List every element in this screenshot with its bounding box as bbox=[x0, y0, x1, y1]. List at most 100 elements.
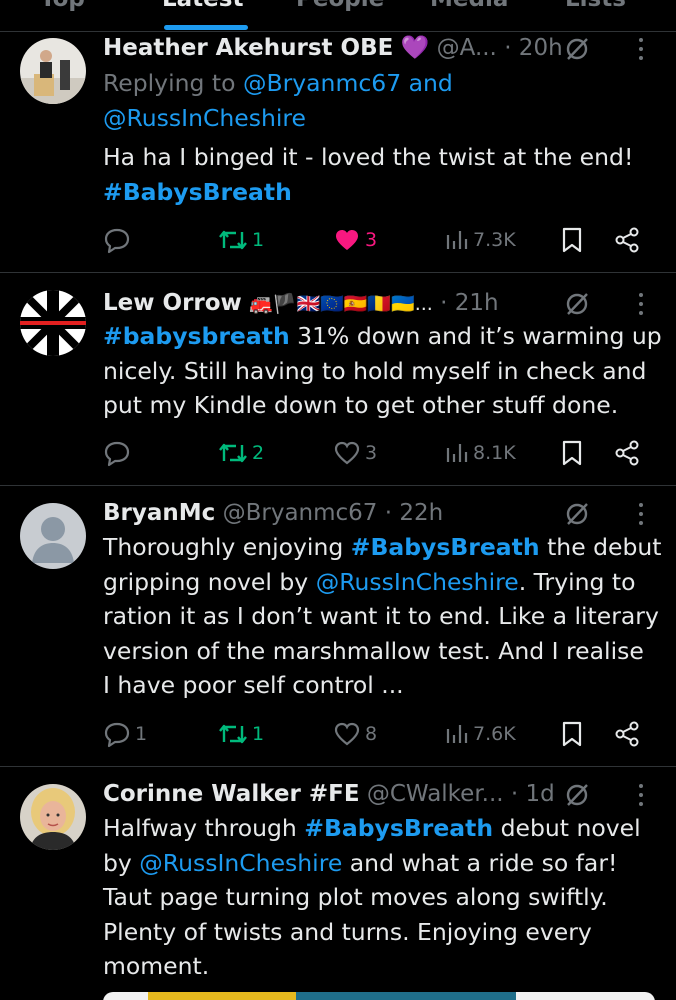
bookmark-icon bbox=[560, 720, 584, 748]
reply-icon bbox=[103, 439, 131, 467]
tweet[interactable]: BryanMc @Bryanmc67 · 22h Thoroughly enjo… bbox=[0, 486, 676, 767]
like-count: 3 bbox=[365, 229, 378, 251]
share-button[interactable] bbox=[613, 223, 641, 257]
tweet-text: by bbox=[103, 848, 140, 877]
tweet-actions: 1 3 7.3K bbox=[103, 223, 648, 257]
reply-prefix: Replying to bbox=[103, 69, 243, 97]
mention[interactable]: @Bryanmc67 bbox=[243, 69, 401, 97]
like-button[interactable]: 3 bbox=[333, 223, 377, 257]
handle[interactable]: @Bryanmc67 bbox=[223, 500, 378, 526]
tab-media[interactable]: Media bbox=[430, 0, 508, 12]
display-name[interactable]: Corinne Walker #FE bbox=[103, 781, 360, 807]
reply-button[interactable] bbox=[103, 436, 135, 470]
display-name[interactable]: Heather Akehurst OBE bbox=[103, 35, 393, 61]
views-icon bbox=[445, 227, 469, 253]
retweet-button[interactable]: 1 bbox=[218, 717, 264, 751]
more-icon[interactable] bbox=[636, 286, 646, 320]
tweet-text: put my Kindle down to get other stuff do… bbox=[103, 391, 619, 419]
views-count: 7.3K bbox=[473, 229, 516, 251]
tweet-text: version of the marshmallow test. And I r… bbox=[103, 636, 644, 665]
tab-latest[interactable]: Latest bbox=[162, 0, 243, 12]
timestamp[interactable]: · 21h bbox=[440, 290, 498, 316]
like-count: 8 bbox=[365, 723, 378, 745]
heart-icon bbox=[333, 439, 361, 467]
mention[interactable]: @RussInCheshire bbox=[316, 568, 519, 596]
mention[interactable]: @RussInCheshire bbox=[103, 104, 306, 132]
tweet-header: Lew Orrow 🚒🏴🇬🇧🇪🇺🇪🇸🇷🇴🇺🇦... · 21h bbox=[103, 286, 646, 320]
retweet-button[interactable]: 1 bbox=[218, 223, 264, 257]
retweet-icon bbox=[218, 226, 248, 254]
tweet[interactable]: Heather Akehurst OBE 💜 @A... · 20h Reply… bbox=[0, 33, 676, 273]
hashtag[interactable]: #BabysBreath bbox=[103, 178, 292, 206]
tweet[interactable]: Lew Orrow 🚒🏴🇬🇧🇪🇺🇪🇸🇷🇴🇺🇦... · 21h #babysbr… bbox=[0, 273, 676, 486]
bookmark-icon bbox=[560, 439, 584, 467]
bookmark-button[interactable] bbox=[560, 436, 584, 470]
display-name[interactable]: Lew Orrow bbox=[103, 290, 242, 316]
tweet-text: . Trying to bbox=[518, 567, 636, 596]
tweet-text: Taut page turning plot moves along swift… bbox=[103, 883, 608, 911]
reply-and: and bbox=[401, 69, 453, 97]
hashtag[interactable]: #BabysBreath bbox=[304, 814, 493, 842]
tweet-header: Corinne Walker #FE @CWalker... · 1d bbox=[103, 777, 646, 811]
grok-icon[interactable] bbox=[564, 777, 590, 811]
tweet[interactable]: Corinne Walker #FE @CWalker... · 1d Half… bbox=[0, 767, 676, 1000]
badge: 💜 bbox=[400, 35, 430, 61]
bookmark-button[interactable] bbox=[560, 717, 584, 751]
views-icon bbox=[445, 440, 469, 466]
retweet-count: 1 bbox=[252, 723, 265, 745]
views-icon bbox=[445, 721, 469, 747]
tweet-text: Thoroughly enjoying bbox=[103, 533, 351, 561]
views-button[interactable]: 8.1K bbox=[445, 436, 516, 470]
share-button[interactable] bbox=[613, 717, 641, 751]
avatar[interactable] bbox=[20, 503, 86, 569]
reply-button[interactable]: 1 bbox=[103, 717, 147, 751]
bookmark-button[interactable] bbox=[560, 223, 584, 257]
views-button[interactable]: 7.3K bbox=[445, 223, 516, 257]
media-preview[interactable] bbox=[103, 992, 655, 1000]
share-icon bbox=[613, 720, 641, 748]
tab-people[interactable]: People bbox=[296, 0, 384, 12]
grok-icon[interactable] bbox=[564, 496, 590, 530]
retweet-count: 2 bbox=[252, 442, 265, 464]
more-icon[interactable] bbox=[636, 777, 646, 811]
tweet-header: Heather Akehurst OBE 💜 @A... · 20h bbox=[103, 31, 646, 65]
grok-icon[interactable] bbox=[564, 31, 590, 65]
hashtag[interactable]: #BabysBreath bbox=[351, 533, 540, 561]
like-count: 3 bbox=[365, 442, 378, 464]
mention[interactable]: @RussInCheshire bbox=[139, 849, 342, 877]
avatar[interactable] bbox=[20, 290, 86, 356]
timestamp[interactable]: · 22h bbox=[385, 500, 443, 526]
hashtag[interactable]: #babysbreath bbox=[103, 322, 290, 350]
heart-icon bbox=[333, 226, 361, 254]
tab-top[interactable]: Top bbox=[40, 0, 85, 12]
like-button[interactable]: 8 bbox=[333, 717, 377, 751]
share-icon bbox=[613, 226, 641, 254]
tweet-header: BryanMc @Bryanmc67 · 22h bbox=[103, 496, 646, 530]
share-icon bbox=[613, 439, 641, 467]
more-icon[interactable] bbox=[636, 496, 646, 530]
tweet-text: Halfway through bbox=[103, 814, 305, 842]
share-button[interactable] bbox=[613, 436, 641, 470]
tab-lists[interactable]: Lists bbox=[565, 0, 626, 12]
retweet-icon bbox=[218, 720, 248, 748]
tweet-text: debut novel bbox=[493, 814, 641, 842]
tweet-text: ration it as I don’t want it to end. Lik… bbox=[103, 602, 659, 630]
handle[interactable]: @A... bbox=[437, 35, 497, 61]
like-button[interactable]: 3 bbox=[333, 436, 377, 470]
more-icon[interactable] bbox=[636, 31, 646, 65]
tweet-text: Ha ha I binged it - loved the twist at t… bbox=[103, 143, 634, 171]
handle[interactable]: @CWalker... bbox=[367, 781, 504, 807]
grok-icon[interactable] bbox=[564, 286, 590, 320]
tweet-text: Plenty of twists and turns. Enjoying eve… bbox=[103, 917, 592, 946]
reply-button[interactable] bbox=[103, 223, 135, 257]
heart-icon bbox=[333, 720, 361, 748]
retweet-button[interactable]: 2 bbox=[218, 436, 264, 470]
avatar[interactable] bbox=[20, 38, 86, 104]
tweet-text: I have poor self control ... bbox=[103, 671, 404, 699]
avatar[interactable] bbox=[20, 784, 86, 850]
views-button[interactable]: 7.6K bbox=[445, 717, 516, 751]
timestamp[interactable]: · 20h bbox=[504, 35, 562, 61]
tweet-text: nicely. Still having to hold myself in c… bbox=[103, 356, 647, 385]
timestamp[interactable]: · 1d bbox=[511, 781, 555, 807]
display-name[interactable]: BryanMc bbox=[103, 500, 215, 526]
